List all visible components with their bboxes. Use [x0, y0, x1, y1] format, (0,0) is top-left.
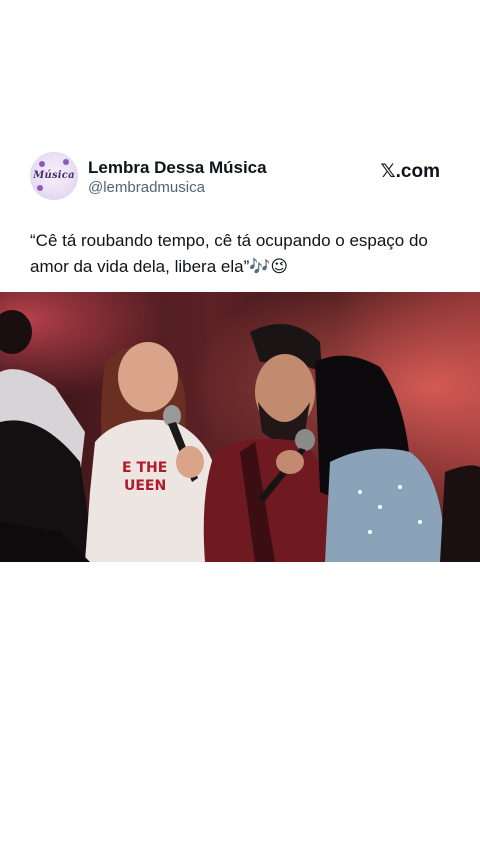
user-handle[interactable]: @lembradmusica — [88, 179, 205, 196]
tweet-text: “Cê tá roubando tempo, cê tá ocupando o … — [30, 231, 428, 276]
avatar[interactable]: Música — [30, 152, 78, 200]
video-scene: E THE UEEN — [0, 292, 480, 562]
display-name[interactable]: Lembra Dessa Música — [88, 158, 267, 178]
x-logo: 𝕏.com — [380, 161, 440, 182]
shirt-print: E THE — [122, 460, 167, 476]
avatar-decoration — [63, 159, 69, 165]
video-frame[interactable]: E THE UEEN — [0, 292, 480, 562]
avatar-decoration — [39, 161, 45, 167]
avatar-decoration — [37, 185, 43, 191]
shirt-print: UEEN — [124, 478, 166, 494]
avatar-logo-text: Música — [33, 170, 75, 181]
post-header: Música Lembra Dessa Música @lembradmusic… — [30, 152, 450, 204]
